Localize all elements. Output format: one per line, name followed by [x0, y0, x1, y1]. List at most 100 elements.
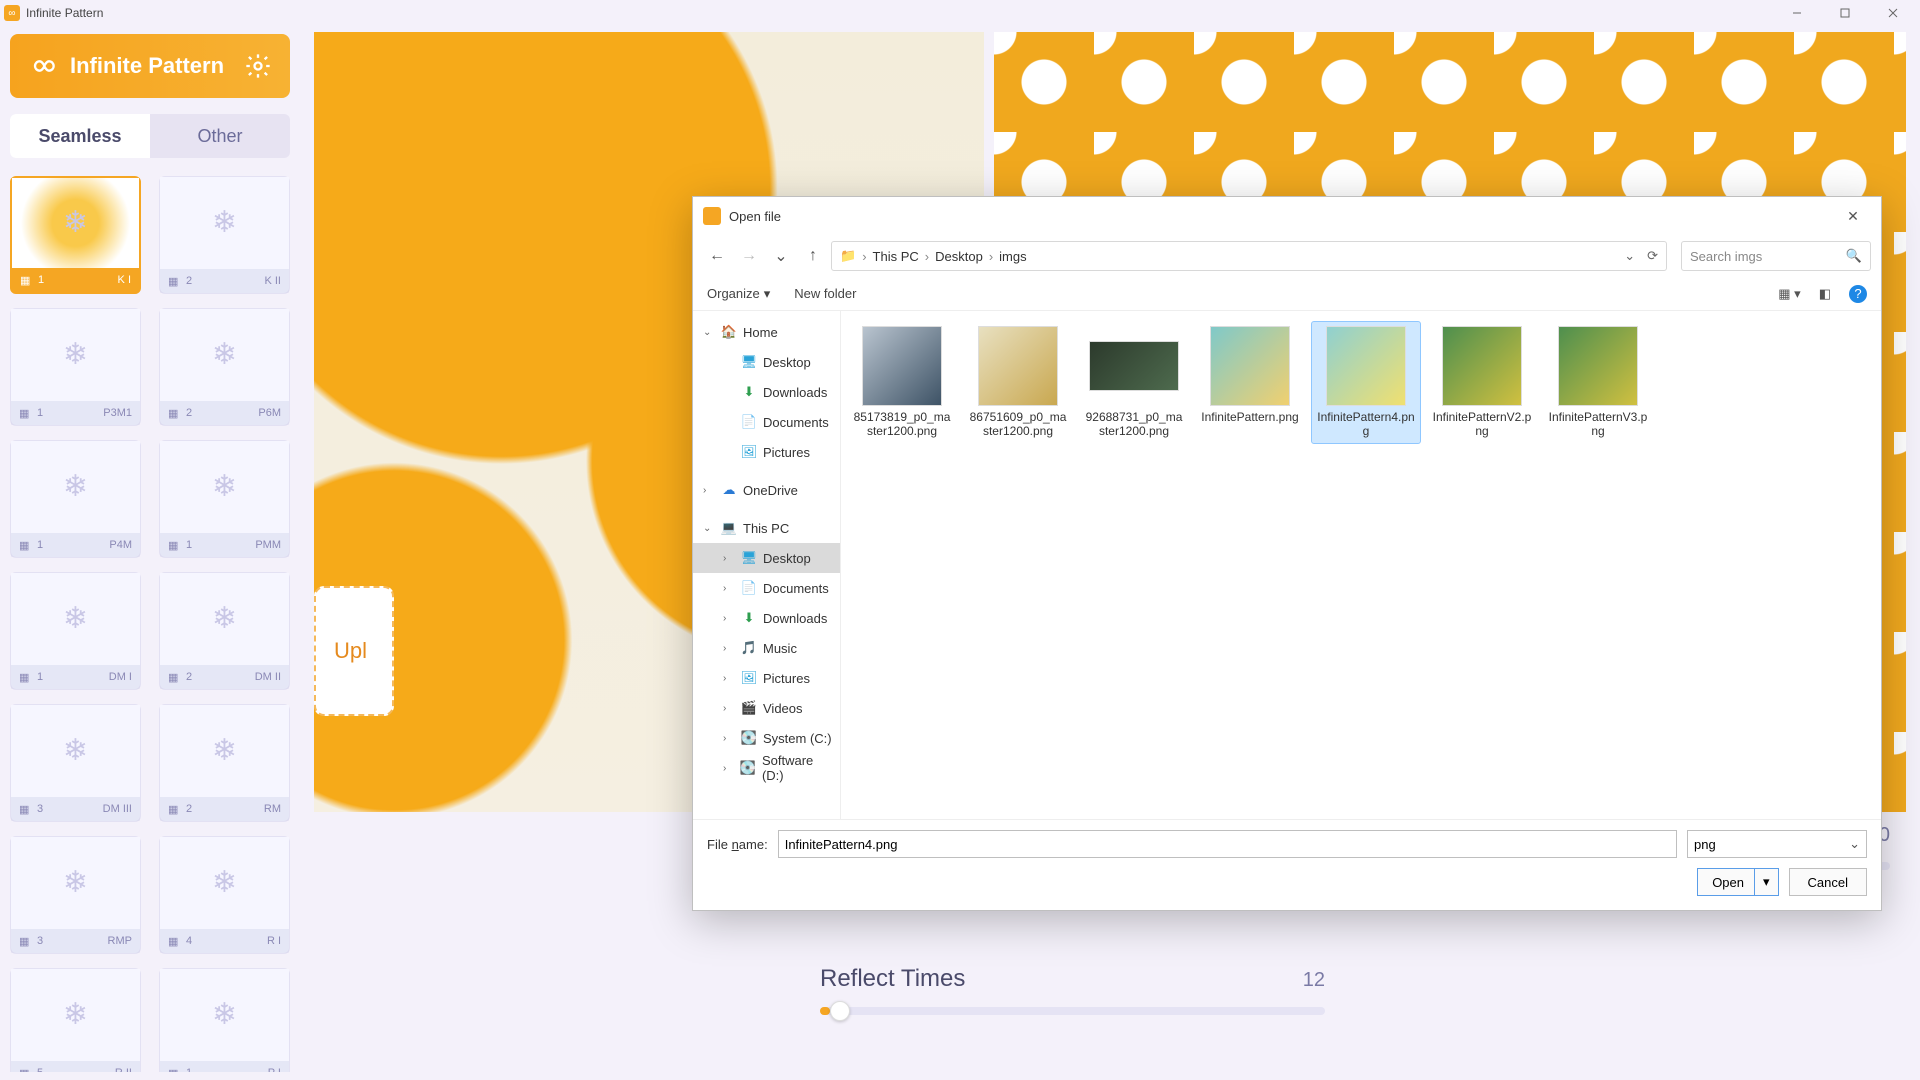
breadcrumb-1[interactable]: Desktop	[935, 249, 983, 264]
brand-banner[interactable]: Infinite Pattern	[10, 34, 290, 98]
pattern-tile[interactable]: ❄ ▦1P3M1	[10, 308, 141, 426]
control-reflect: Reflect Times12	[820, 965, 1325, 1080]
tile-code: P I	[268, 1067, 281, 1072]
tree-home[interactable]: ⌄🏠Home	[693, 317, 840, 347]
tree-documents[interactable]: 📄Documents	[693, 407, 840, 437]
preview-pane-button[interactable]: ◧	[1819, 286, 1831, 302]
tile-type-icon: ▦	[19, 803, 31, 815]
tree-pc-videos[interactable]: ›🎬Videos	[693, 693, 840, 723]
tile-code: RMP	[108, 935, 132, 947]
file-type-filter[interactable]: png⌄	[1687, 830, 1867, 858]
pattern-tile[interactable]: ❄ ▦3RMP	[10, 836, 141, 954]
pattern-tile[interactable]: ❄ ▦2P6M	[159, 308, 290, 426]
tile-thumb: ❄	[160, 309, 289, 401]
tile-type-icon: ▦	[19, 539, 31, 551]
file-name: InfinitePatternV3.png	[1548, 410, 1648, 439]
tile-code: DM I	[109, 671, 132, 683]
tile-type-icon: ▦	[20, 274, 32, 286]
upload-button[interactable]: Upl	[314, 586, 394, 716]
pattern-tile[interactable]: ❄ ▦5R II	[10, 968, 141, 1072]
tile-code: RM	[264, 803, 281, 815]
tree-thispc[interactable]: ⌄💻This PC	[693, 513, 840, 543]
file-item[interactable]: InfinitePattern4.png	[1311, 321, 1421, 444]
pattern-tile[interactable]: ❄ ▦1DM I	[10, 572, 141, 690]
tile-type-icon: ▦	[19, 671, 31, 683]
gear-icon[interactable]	[244, 52, 272, 80]
organize-menu[interactable]: Organize ▾	[707, 286, 770, 302]
tile-thumb: ❄	[11, 969, 140, 1061]
breadcrumb-bar[interactable]: 📁 › This PC › Desktop › imgs ⌄ ⟳	[831, 241, 1667, 271]
tile-type-icon: ▦	[168, 803, 180, 815]
file-item[interactable]: 92688731_p0_master1200.png	[1079, 321, 1189, 444]
tree-pc-system[interactable]: ›💽System (C:)	[693, 723, 840, 753]
open-file-dialog: Open file ✕ ← → ⌄ ↑ 📁 › This PC › Deskto…	[692, 196, 1882, 911]
tile-type-icon: ▦	[168, 1067, 180, 1072]
file-item[interactable]: 86751609_p0_master1200.png	[963, 321, 1073, 444]
reflect-slider[interactable]	[820, 1007, 1325, 1015]
nav-recent-button[interactable]: ⌄	[767, 242, 795, 270]
window-maximize-button[interactable]	[1822, 1, 1868, 25]
tree-pc-music[interactable]: ›🎵Music	[693, 633, 840, 663]
pattern-grid: ❄ ▦1K I❄ ▦2K II❄ ▦1P3M1❄ ▦2P6M❄ ▦1P4M❄ ▦…	[10, 176, 290, 1072]
help-button[interactable]: ?	[1849, 285, 1867, 303]
upload-label: Upl	[334, 638, 367, 664]
breadcrumb-dropdown-icon[interactable]: ⌄	[1624, 248, 1635, 264]
window-close-button[interactable]	[1870, 1, 1916, 25]
tile-code: DM II	[255, 671, 281, 683]
pattern-tile[interactable]: ❄ ▦2DM II	[159, 572, 290, 690]
window-minimize-button[interactable]	[1774, 1, 1820, 25]
view-mode-button[interactable]: ▦ ▾	[1778, 286, 1800, 302]
tree-onedrive[interactable]: ›☁OneDrive	[693, 475, 840, 505]
pattern-tile[interactable]: ❄ ▦2RM	[159, 704, 290, 822]
breadcrumb-0[interactable]: This PC	[873, 249, 919, 264]
nav-back-button[interactable]: ←	[703, 242, 731, 270]
tile-type-icon: ▦	[19, 1067, 31, 1072]
tree-pc-desktop[interactable]: ›🖥Desktop	[693, 543, 840, 573]
nav-forward-button[interactable]: →	[735, 242, 763, 270]
tree-downloads[interactable]: ⬇Downloads	[693, 377, 840, 407]
pattern-tile[interactable]: ❄ ▦1PMM	[159, 440, 290, 558]
pattern-tile[interactable]: ❄ ▦2K II	[159, 176, 290, 294]
file-item[interactable]: 85173819_p0_master1200.png	[847, 321, 957, 444]
file-thumb	[1326, 326, 1406, 406]
tile-count: 2	[186, 803, 192, 815]
tile-type-icon: ▦	[168, 275, 180, 287]
pattern-tile[interactable]: ❄ ▦1P I	[159, 968, 290, 1072]
dialog-close-button[interactable]: ✕	[1835, 208, 1871, 225]
file-thumb	[1089, 341, 1179, 391]
tile-count: 1	[37, 407, 43, 419]
new-folder-button[interactable]: New folder	[794, 286, 856, 301]
tab-other[interactable]: Other	[150, 114, 290, 158]
tile-type-icon: ▦	[168, 671, 180, 683]
tile-count: 4	[186, 935, 192, 947]
file-name-input[interactable]	[778, 830, 1677, 858]
file-item[interactable]: InfinitePattern.png	[1195, 321, 1305, 444]
search-input[interactable]: Search imgs 🔍	[1681, 241, 1871, 271]
open-split-icon[interactable]: ▾	[1754, 869, 1778, 895]
tile-code: P6M	[258, 407, 281, 419]
tree-desktop[interactable]: 🖥Desktop	[693, 347, 840, 377]
cancel-button[interactable]: Cancel	[1789, 868, 1867, 896]
search-icon: 🔍	[1846, 248, 1862, 264]
file-item[interactable]: InfinitePatternV2.png	[1427, 321, 1537, 444]
tree-pc-documents[interactable]: ›📄Documents	[693, 573, 840, 603]
pattern-tile[interactable]: ❄ ▦1K I	[10, 176, 141, 294]
open-button[interactable]: Open▾	[1697, 868, 1778, 896]
infinity-icon	[28, 52, 56, 80]
file-thumb	[1210, 326, 1290, 406]
file-name: 92688731_p0_master1200.png	[1084, 410, 1184, 439]
pattern-tile[interactable]: ❄ ▦4R I	[159, 836, 290, 954]
refresh-icon[interactable]: ⟳	[1647, 248, 1658, 264]
tree-pictures[interactable]: 🖼Pictures	[693, 437, 840, 467]
tree-pc-software[interactable]: ›💽Software (D:)	[693, 753, 840, 783]
file-item[interactable]: InfinitePatternV3.png	[1543, 321, 1653, 444]
tab-seamless[interactable]: Seamless	[10, 114, 150, 158]
tree-pc-pictures[interactable]: ›🖼Pictures	[693, 663, 840, 693]
pattern-tile[interactable]: ❄ ▦1P4M	[10, 440, 141, 558]
breadcrumb-2[interactable]: imgs	[999, 249, 1026, 264]
tree-pc-downloads[interactable]: ›⬇Downloads	[693, 603, 840, 633]
dialog-title: Open file	[729, 209, 781, 224]
pattern-tile[interactable]: ❄ ▦3DM III	[10, 704, 141, 822]
tile-count: 5	[37, 1067, 43, 1072]
nav-up-button[interactable]: ↑	[799, 242, 827, 270]
